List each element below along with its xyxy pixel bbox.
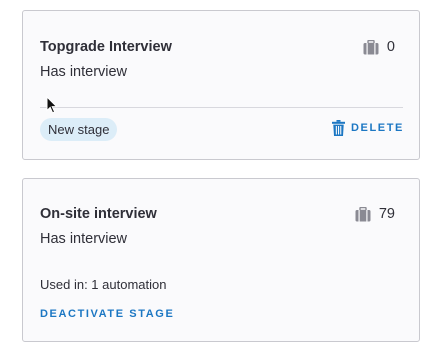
stage-title: On-site interview: [40, 206, 157, 222]
stage-subtitle: Has interview: [40, 231, 128, 247]
automation-usage-text: Used in: 1 automation: [40, 277, 167, 292]
briefcase-icon: [355, 206, 371, 222]
candidate-count-value: 79: [378, 206, 395, 222]
stage-card-onsite: On-site interview Has interview 79 Used …: [22, 178, 420, 342]
stage-title: Topgrade Interview: [40, 39, 172, 55]
candidate-count: 0: [363, 39, 395, 55]
mouse-pointer-icon: [46, 95, 58, 114]
stage-subtitle: Has interview: [40, 64, 128, 80]
delete-label: DELETE: [351, 122, 404, 134]
briefcase-icon: [363, 39, 379, 55]
deactivate-stage-button[interactable]: DEACTIVATE STAGE: [40, 308, 174, 320]
trash-icon: [332, 120, 345, 136]
candidate-count: 79: [355, 206, 395, 222]
candidate-count-value: 0: [386, 39, 395, 55]
delete-stage-button[interactable]: DELETE: [332, 120, 404, 136]
card-divider: [40, 107, 403, 108]
new-stage-badge: New stage: [40, 118, 118, 141]
stage-card-topgrade: Topgrade Interview Has interview 0 New s…: [22, 10, 420, 160]
